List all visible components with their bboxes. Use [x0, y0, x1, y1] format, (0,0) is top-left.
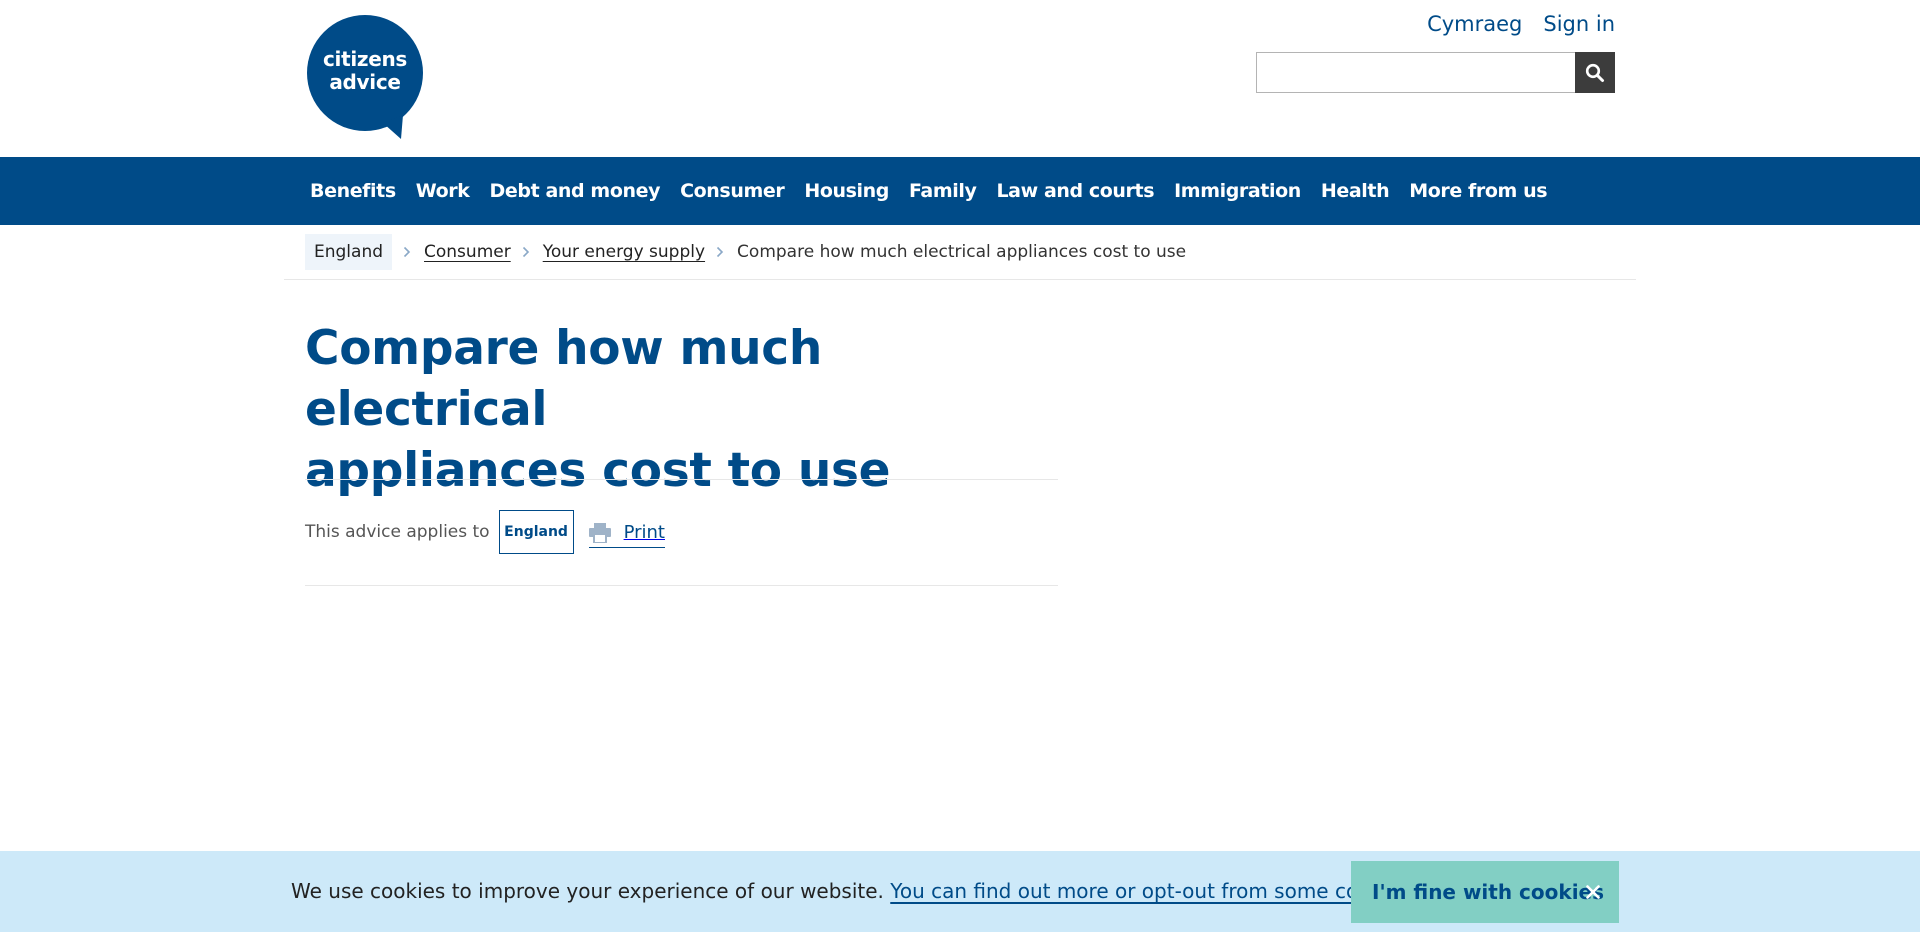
chevron-right-icon [522, 246, 530, 258]
search-icon [1585, 63, 1604, 82]
cookie-message: We use cookies to improve your experienc… [291, 879, 1417, 903]
accept-cookies-label: I'm fine with cookies [1372, 880, 1605, 904]
citizens-advice-logo[interactable]: citizens advice [307, 15, 423, 139]
nav-item-law-and-courts[interactable]: Law and courts [996, 180, 1154, 202]
nav-item-debt-and-money[interactable]: Debt and money [490, 180, 661, 202]
nav-item-family[interactable]: Family [909, 180, 977, 202]
applies-label: This advice applies to [305, 522, 490, 542]
print-link[interactable]: Print [588, 522, 665, 548]
sign-in-link[interactable]: Sign in [1543, 12, 1615, 36]
cookie-text: We use cookies to improve your experienc… [291, 879, 884, 903]
page-title: Compare how much electrical appliances c… [305, 318, 1065, 501]
accept-cookies-button[interactable]: I'm fine with cookies [1351, 861, 1619, 923]
page-title-line-1: Compare how much electrical [305, 321, 823, 437]
chevron-right-icon [716, 246, 724, 258]
nav-item-health[interactable]: Health [1321, 180, 1390, 202]
logo-text: citizens advice [307, 48, 423, 94]
cookie-banner: We use cookies to improve your experienc… [0, 851, 1920, 932]
search-input[interactable] [1256, 52, 1575, 93]
nav-item-consumer[interactable]: Consumer [680, 180, 785, 202]
cymraeg-link[interactable]: Cymraeg [1427, 12, 1522, 36]
top-links: Cymraeg Sign in [1427, 12, 1615, 36]
breadcrumb-link-consumer[interactable]: Consumer [424, 242, 511, 262]
chevron-right-icon [403, 246, 411, 258]
site-header: citizens advice Cymraeg Sign in [0, 0, 1920, 157]
nav-item-work[interactable]: Work [416, 180, 470, 202]
advice-applies-bar: This advice applies to England Print [305, 510, 665, 554]
nav-item-immigration[interactable]: Immigration [1174, 180, 1301, 202]
logo-line-1: citizens [322, 47, 408, 71]
nav-item-benefits[interactable]: Benefits [310, 180, 396, 202]
main-navigation: Benefits Work Debt and money Consumer Ho… [0, 157, 1920, 225]
breadcrumb: England Consumer Your energy supply Comp… [284, 225, 1636, 280]
breadcrumb-current: Compare how much electrical appliances c… [737, 242, 1187, 262]
page-title-line-2: appliances cost to use [305, 443, 891, 498]
search-form [1256, 52, 1615, 93]
printer-icon [588, 522, 611, 543]
divider [305, 479, 1058, 480]
applies-country-badge: England [498, 510, 574, 554]
logo-line-2: advice [329, 70, 401, 94]
search-button[interactable] [1575, 52, 1615, 93]
breadcrumb-link-your-energy-supply[interactable]: Your energy supply [543, 242, 705, 262]
nav-item-housing[interactable]: Housing [804, 180, 889, 202]
cookie-info-link[interactable]: You can find out more or opt-out from so… [890, 879, 1410, 903]
print-label: Print [623, 522, 665, 543]
breadcrumb-country: England [305, 234, 393, 270]
divider [305, 585, 1058, 586]
close-icon [1586, 885, 1600, 899]
nav-item-more-from-us[interactable]: More from us [1409, 180, 1547, 202]
